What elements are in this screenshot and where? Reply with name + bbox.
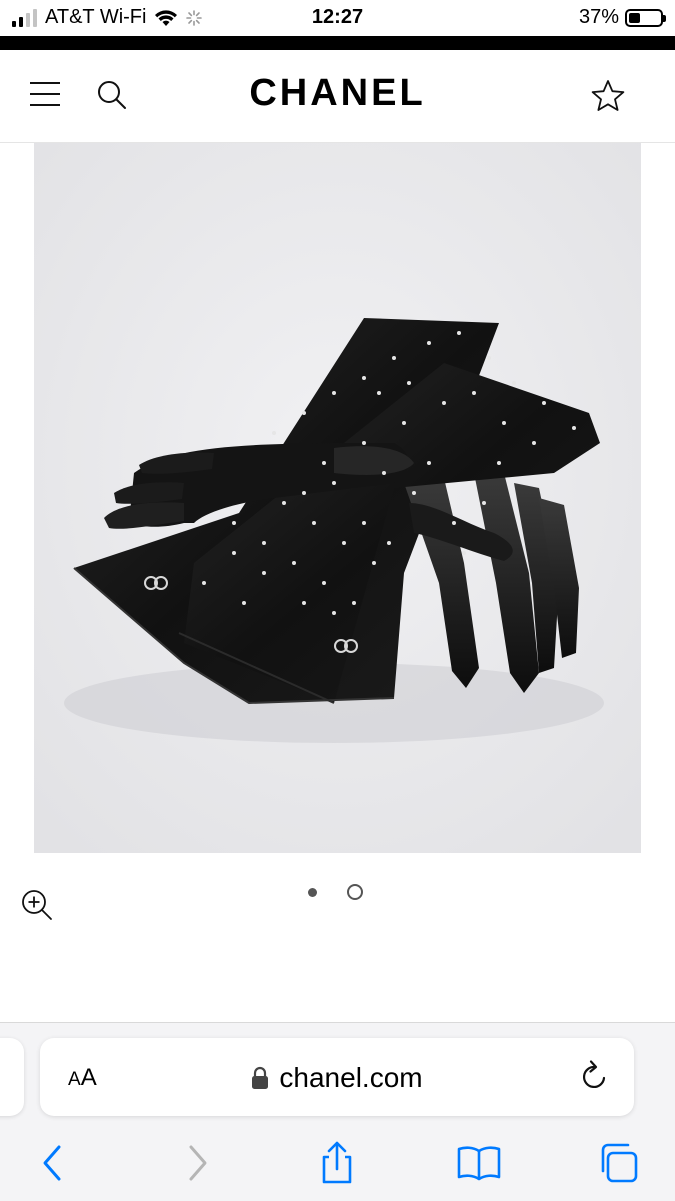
stud-dot: [542, 401, 546, 405]
lock-icon: [252, 1066, 269, 1089]
stud-dot: [427, 341, 431, 345]
forward-icon[interactable]: [176, 1141, 220, 1185]
stud-dot: [362, 376, 366, 380]
carousel-pagination: [308, 884, 363, 900]
url-display[interactable]: chanel.com: [40, 1062, 634, 1094]
share-icon[interactable]: [315, 1141, 359, 1185]
stud-dot: [482, 501, 486, 505]
stud-dot: [332, 611, 336, 615]
stud-dot: [302, 601, 306, 605]
browser-chrome: AA chanel.com: [0, 1022, 675, 1201]
star-icon[interactable]: [590, 78, 626, 114]
stud-dot: [302, 411, 306, 415]
stud-dot: [462, 551, 466, 555]
stud-dot: [427, 461, 431, 465]
stud-dot: [232, 521, 236, 525]
stud-dot: [322, 461, 326, 465]
stud-dot: [302, 491, 306, 495]
stud-dot: [392, 356, 396, 360]
stud-dot: [387, 541, 391, 545]
stud-dot: [407, 381, 411, 385]
carousel-dot-2[interactable]: [347, 884, 363, 900]
stud-dot: [232, 551, 236, 555]
stud-dot: [322, 581, 326, 585]
stud-dot: [262, 541, 266, 545]
stud-dot: [362, 521, 366, 525]
stud-dot: [362, 441, 366, 445]
stud-dot: [202, 581, 206, 585]
stud-dot: [262, 571, 266, 575]
stud-dot: [382, 471, 386, 475]
battery-group: 37%: [578, 6, 666, 29]
stud-dot: [472, 391, 476, 395]
tabs-icon[interactable]: [598, 1141, 642, 1185]
back-icon[interactable]: [32, 1141, 76, 1185]
stud-dot: [532, 441, 536, 445]
stud-dot: [452, 521, 456, 525]
stud-dot: [372, 561, 376, 565]
stud-dot: [502, 421, 506, 425]
stud-dot: [497, 461, 501, 465]
address-bar[interactable]: AA chanel.com: [40, 1038, 634, 1116]
stud-dot: [282, 501, 286, 505]
site-header: CHANEL: [0, 50, 675, 143]
stud-dot: [457, 331, 461, 335]
battery-fill: [629, 12, 640, 23]
reload-icon[interactable]: [578, 1058, 612, 1094]
stud-dot: [487, 356, 491, 360]
previous-tab-peek[interactable]: [0, 1038, 24, 1116]
stud-dot: [402, 421, 406, 425]
bookmarks-icon[interactable]: [457, 1141, 501, 1185]
top-divider: [0, 36, 675, 50]
stud-dot: [442, 401, 446, 405]
stud-dot: [412, 491, 416, 495]
stud-dot: [352, 601, 356, 605]
domain-label: chanel.com: [279, 1062, 423, 1093]
carousel-dot-1[interactable]: [308, 887, 317, 897]
zoom-in-icon[interactable]: [20, 888, 54, 922]
stud-dot: [292, 561, 296, 565]
clock: 12:27: [311, 6, 364, 28]
stud-dot: [332, 481, 336, 485]
browser-toolbar: [0, 1141, 675, 1191]
stud-dot: [242, 601, 246, 605]
status-bar: AT&T Wi-Fi 12:27 37%: [0, 0, 675, 36]
stud-dot: [272, 431, 276, 435]
stud-dot: [332, 391, 336, 395]
stud-dot: [572, 426, 576, 430]
stud-dot: [312, 521, 316, 525]
battery-percent: 37%: [578, 6, 619, 28]
stud-dot: [377, 391, 381, 395]
gloves-illustration: [34, 143, 641, 853]
product-image[interactable]: [34, 143, 641, 853]
brand-logo[interactable]: CHANEL: [0, 72, 675, 115]
stud-dot: [342, 541, 346, 545]
stud-dot: [512, 381, 516, 385]
battery-icon: [625, 8, 666, 27]
